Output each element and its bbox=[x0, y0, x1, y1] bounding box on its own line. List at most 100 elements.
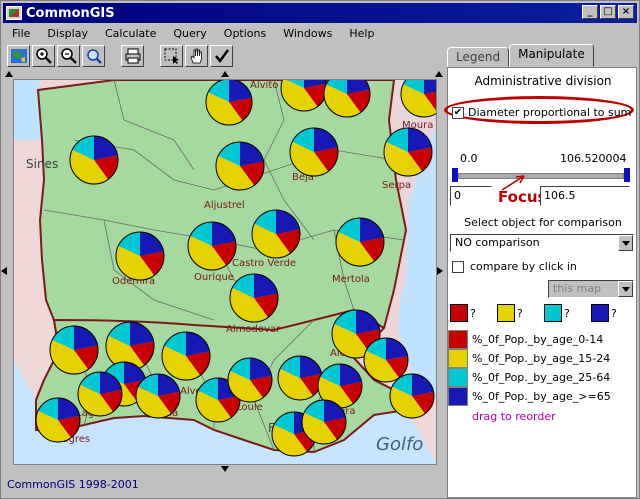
menu-windows[interactable]: Windows bbox=[274, 27, 340, 40]
pie-symbol[interactable] bbox=[77, 371, 123, 417]
pie-symbol[interactable] bbox=[49, 325, 99, 375]
attribute-label: %_0f_Pop._by_age_>=65 bbox=[472, 390, 611, 403]
pan-up-icon[interactable] bbox=[221, 71, 229, 77]
menu-bar: File Display Calculate Query Options Win… bbox=[3, 24, 637, 42]
panel-tabs: Legend Manipulate bbox=[447, 43, 594, 67]
map-label-serpa: Serpa bbox=[382, 180, 411, 191]
zoom-in-icon[interactable] bbox=[32, 45, 55, 67]
pan-hand-icon[interactable] bbox=[185, 45, 208, 67]
find-icon[interactable] bbox=[82, 45, 105, 67]
chevron-down-icon[interactable] bbox=[618, 281, 633, 297]
pie-symbol[interactable] bbox=[135, 373, 181, 419]
zoom-out-icon[interactable] bbox=[57, 45, 80, 67]
color-swatch[interactable] bbox=[591, 304, 609, 322]
pie-symbol[interactable] bbox=[215, 141, 265, 191]
pan-down-icon[interactable] bbox=[221, 466, 229, 472]
pie-symbol[interactable] bbox=[301, 399, 347, 445]
focus-slider[interactable] bbox=[452, 168, 630, 182]
color-swatch-row: ? ? ? ? bbox=[450, 304, 636, 322]
pan-left-icon[interactable] bbox=[1, 267, 7, 275]
menu-calculate[interactable]: Calculate bbox=[96, 27, 164, 40]
list-item[interactable]: %_0f_Pop._by_age_0-14 bbox=[448, 330, 638, 349]
diameter-checkbox[interactable]: ✔ bbox=[452, 106, 464, 119]
pie-symbol[interactable] bbox=[205, 80, 253, 126]
pie-symbol[interactable] bbox=[289, 127, 339, 177]
window-title: CommonGIS bbox=[26, 5, 115, 21]
swatch-mark: ? bbox=[517, 306, 523, 320]
pie-symbol[interactable] bbox=[69, 135, 119, 185]
swatch-item[interactable]: ? bbox=[591, 304, 636, 322]
menu-query[interactable]: Query bbox=[164, 27, 214, 40]
pie-symbol[interactable] bbox=[227, 357, 273, 403]
pan-up-left-icon[interactable] bbox=[5, 71, 13, 77]
pie-symbol[interactable] bbox=[115, 231, 165, 281]
minimize-button[interactable]: _ bbox=[582, 5, 598, 19]
scale-min-label: 0.0 bbox=[460, 152, 478, 165]
title-bar: CommonGIS _ □ × bbox=[3, 3, 637, 23]
pie-symbol[interactable] bbox=[335, 217, 385, 267]
map-icon[interactable] bbox=[7, 45, 30, 67]
maximize-button[interactable]: □ bbox=[600, 5, 616, 19]
color-swatch[interactable] bbox=[497, 304, 515, 322]
scale-max-label: 106.520004 bbox=[560, 152, 627, 165]
swatch-item[interactable]: ? bbox=[497, 304, 542, 322]
compare-click-label: compare by click in bbox=[470, 260, 577, 273]
check-icon[interactable] bbox=[210, 45, 233, 67]
pie-symbol[interactable] bbox=[251, 209, 301, 259]
slider-max-handle[interactable] bbox=[624, 168, 630, 182]
attribute-list: %_0f_Pop._by_age_0-14 %_0f_Pop._by_age_1… bbox=[448, 330, 638, 406]
map-canvas[interactable]: Alvito Moura Sines Beja Serpa Aljustrel … bbox=[13, 79, 437, 465]
tab-manipulate[interactable]: Manipulate bbox=[509, 44, 594, 67]
focus-max-input[interactable]: 106.5 bbox=[540, 186, 630, 206]
map-label-mertola: Mertola bbox=[332, 274, 370, 285]
color-swatch[interactable] bbox=[450, 304, 468, 322]
pie-symbol[interactable] bbox=[277, 355, 323, 401]
chevron-down-icon[interactable] bbox=[618, 235, 633, 251]
reorder-hint: drag to reorder bbox=[472, 410, 556, 423]
list-item[interactable]: %_0f_Pop._by_age_>=65 bbox=[448, 387, 638, 406]
focus-min-input[interactable]: 0 bbox=[450, 186, 492, 206]
compare-click-checkbox[interactable] bbox=[452, 260, 464, 273]
map-label-castro-verde: Castro Verde bbox=[232, 258, 296, 269]
comparison-value: NO comparison bbox=[455, 236, 540, 249]
color-chip bbox=[448, 349, 468, 368]
app-window: CommonGIS _ □ × File Display Calculate Q… bbox=[0, 0, 640, 499]
diameter-checkbox-row[interactable]: ✔ Diameter proportional to sum bbox=[452, 106, 631, 119]
pan-right-icon[interactable] bbox=[437, 267, 443, 275]
list-item[interactable]: %_0f_Pop._by_age_15-24 bbox=[448, 349, 638, 368]
status-bar: CommonGIS 1998-2001 bbox=[7, 478, 139, 491]
menu-file[interactable]: File bbox=[3, 27, 38, 40]
pan-up-right-icon[interactable] bbox=[435, 71, 443, 77]
select-rectangle-icon[interactable] bbox=[160, 45, 183, 67]
swatch-item[interactable]: ? bbox=[450, 304, 495, 322]
diameter-checkbox-label: Diameter proportional to sum bbox=[468, 106, 632, 119]
print-icon[interactable] bbox=[121, 45, 144, 67]
close-button[interactable]: × bbox=[618, 5, 634, 19]
attribute-label: %_0f_Pop._by_age_25-64 bbox=[472, 371, 611, 384]
menu-help[interactable]: Help bbox=[340, 27, 382, 40]
swatch-mark: ? bbox=[470, 306, 476, 320]
tab-legend[interactable]: Legend bbox=[447, 47, 510, 67]
compare-target-select[interactable]: this map bbox=[548, 280, 634, 298]
map-label-golfo: Golfo bbox=[376, 434, 423, 455]
pie-symbol[interactable] bbox=[229, 273, 279, 323]
swatch-mark: ? bbox=[611, 306, 617, 320]
list-item[interactable]: %_0f_Pop._by_age_25-64 bbox=[448, 368, 638, 387]
swatch-item[interactable]: ? bbox=[544, 304, 589, 322]
map-area[interactable]: Alvito Moura Sines Beja Serpa Aljustrel … bbox=[1, 71, 443, 472]
pie-symbol[interactable] bbox=[363, 337, 409, 383]
comparison-select[interactable]: NO comparison bbox=[450, 234, 634, 252]
pie-symbol[interactable] bbox=[161, 331, 211, 381]
menu-display[interactable]: Display bbox=[38, 27, 96, 40]
pie-symbol[interactable] bbox=[383, 127, 433, 177]
pie-symbol[interactable] bbox=[187, 221, 237, 271]
pie-symbol[interactable] bbox=[35, 397, 81, 443]
color-swatch[interactable] bbox=[544, 304, 562, 322]
color-chip bbox=[448, 330, 468, 349]
compare-click-row[interactable]: compare by click in bbox=[452, 260, 577, 273]
menu-options[interactable]: Options bbox=[215, 27, 274, 40]
panel-title: Administrative division bbox=[474, 74, 612, 88]
slider-min-handle[interactable] bbox=[452, 168, 458, 182]
pie-symbol[interactable] bbox=[389, 373, 435, 419]
color-chip bbox=[448, 368, 468, 387]
